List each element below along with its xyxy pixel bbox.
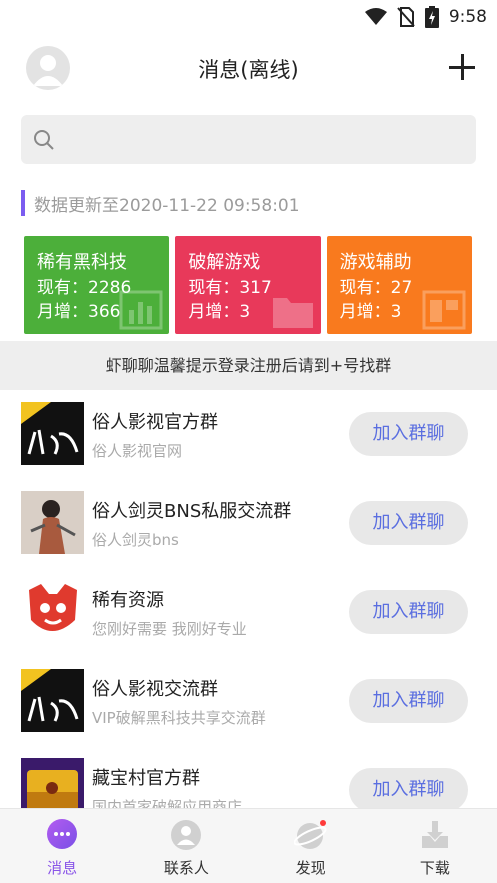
app-header: 消息(离线) xyxy=(0,34,497,100)
tab-contacts[interactable]: 联系人 xyxy=(124,809,248,883)
list-item[interactable]: 俗人剑灵BNS私服交流群 俗人剑灵bns 加入群聊 xyxy=(0,479,497,569)
group-avatar xyxy=(21,491,84,554)
category-cards: 稀有黑科技 现有：2286 月增：366 破解游戏 现有：317 月增：3 游戏… xyxy=(24,236,472,334)
group-description: 您刚好需要 我刚好专业 xyxy=(92,620,247,638)
no-sim-icon xyxy=(397,7,415,27)
tab-label: 发现 xyxy=(295,859,326,877)
tab-downloads[interactable]: 下载 xyxy=(373,809,497,883)
tab-label: 联系人 xyxy=(163,859,209,877)
battery-charging-icon xyxy=(424,6,439,28)
status-bar: 9:58 xyxy=(0,0,497,34)
list-item[interactable]: 俗人影视交流群 VIP破解黑科技共享交流群 加入群聊 xyxy=(0,657,497,747)
join-group-button[interactable]: 加入群聊 xyxy=(349,679,468,723)
list-item[interactable]: 俗人影视官方群 俗人影视官网 加入群聊 xyxy=(0,390,497,480)
bottom-nav: 消息 联系人 发现 下载 xyxy=(0,808,497,883)
tab-discover[interactable]: 发现 xyxy=(249,809,373,883)
tab-messages[interactable]: 消息 xyxy=(0,809,124,883)
window-icon xyxy=(422,290,466,330)
tab-label: 下载 xyxy=(419,859,450,877)
group-logo-image xyxy=(21,758,84,808)
group-avatar xyxy=(21,402,84,465)
card-title: 稀有黑科技 xyxy=(37,252,127,273)
group-logo-image xyxy=(21,491,84,554)
list-item[interactable]: 藏宝村官方群 国内首家破解应用商店 加入群聊 xyxy=(0,746,497,808)
group-logo-image xyxy=(21,402,84,465)
group-logo-image xyxy=(21,669,84,732)
update-text: 数据更新至2020-11-22 09:58:01 xyxy=(34,195,300,216)
add-button[interactable] xyxy=(449,54,475,80)
chat-bubble-icon xyxy=(47,819,78,849)
join-group-button[interactable]: 加入群聊 xyxy=(349,501,468,545)
status-icons: 9:58 xyxy=(364,6,487,28)
wifi-icon xyxy=(364,8,387,25)
planet-icon xyxy=(293,820,327,849)
search-bar[interactable] xyxy=(21,115,476,164)
group-name: 藏宝村官方群 xyxy=(92,768,200,789)
contacts-icon xyxy=(171,820,202,850)
group-avatar xyxy=(21,758,84,808)
join-group-button[interactable]: 加入群聊 xyxy=(349,768,468,808)
group-name: 俗人影视官方群 xyxy=(92,412,218,433)
join-group-button[interactable]: 加入群聊 xyxy=(349,590,468,634)
group-description: 国内首家破解应用商店 xyxy=(92,798,243,808)
card-title: 破解游戏 xyxy=(188,252,261,273)
group-description: VIP破解黑科技共享交流群 xyxy=(92,709,266,727)
group-description: 俗人影视官网 xyxy=(92,442,183,460)
card-rare-tech[interactable]: 稀有黑科技 现有：2286 月增：366 xyxy=(24,236,170,334)
download-icon xyxy=(421,821,448,848)
notification-dot xyxy=(319,820,326,826)
page-title: 消息(离线) xyxy=(198,58,299,82)
group-name: 稀有资源 xyxy=(92,590,164,611)
card-cracked-games[interactable]: 破解游戏 现有：317 月增：3 xyxy=(175,236,321,334)
clock-time: 9:58 xyxy=(448,7,487,27)
group-logo-image xyxy=(21,580,84,643)
update-accent-bar xyxy=(21,190,25,216)
card-game-assist[interactable]: 游戏辅助 现有：27 月增：3 xyxy=(326,236,472,334)
update-info: 数据更新至2020-11-22 09:58:01 xyxy=(21,190,300,216)
tip-banner: 虾聊聊温馨提示登录注册后请到+号找群 xyxy=(0,341,497,390)
list-item[interactable]: 稀有资源 您刚好需要 我刚好专业 加入群聊 xyxy=(0,568,497,658)
group-avatar xyxy=(21,669,84,732)
search-input[interactable] xyxy=(63,130,443,149)
group-list: 俗人影视官方群 俗人影视官网 加入群聊 俗人剑灵BNS私服交流群 俗人剑灵bns… xyxy=(0,390,497,808)
card-title: 游戏辅助 xyxy=(339,252,412,273)
chart-icon xyxy=(119,290,163,330)
group-name: 俗人剑灵BNS私服交流群 xyxy=(92,501,292,522)
join-group-button[interactable]: 加入群聊 xyxy=(349,412,468,456)
group-description: 俗人剑灵bns xyxy=(92,531,179,549)
search-icon xyxy=(34,129,54,150)
group-name: 俗人影视交流群 xyxy=(92,679,218,700)
tab-label: 消息 xyxy=(47,859,78,877)
group-avatar xyxy=(21,580,84,643)
folder-icon xyxy=(272,298,313,328)
